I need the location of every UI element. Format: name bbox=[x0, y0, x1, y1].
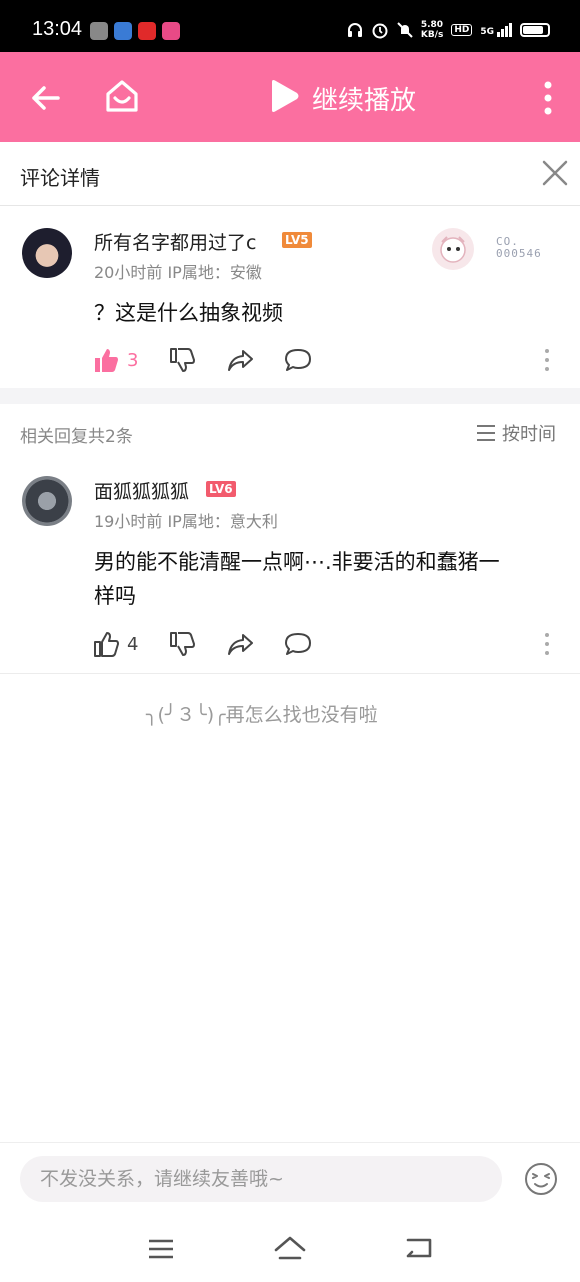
net-speed: 5.80 KB/s bbox=[420, 20, 444, 40]
sort-label: 按时间 bbox=[502, 424, 556, 445]
like-count: 3 bbox=[127, 350, 139, 371]
system-navigation-bar bbox=[0, 1218, 580, 1282]
character-icon bbox=[440, 236, 466, 263]
headphones-icon bbox=[347, 23, 362, 37]
thumbs-up-icon[interactable] bbox=[92, 346, 120, 374]
share-icon[interactable] bbox=[226, 346, 254, 374]
decoration-avatar bbox=[432, 228, 474, 270]
reply-text: 男的能不能清醒一点啊⋯.非要活的和蠢猪一 样吗 bbox=[94, 550, 500, 608]
more-options-icon[interactable] bbox=[540, 348, 554, 372]
battery-icon bbox=[520, 23, 550, 37]
reply-username[interactable]: 面狐狐狐狐 bbox=[94, 477, 189, 504]
section-separator bbox=[0, 388, 580, 404]
signal-indicator: 5G bbox=[480, 23, 512, 37]
level-badge: LV6 bbox=[206, 481, 236, 497]
avatar[interactable] bbox=[22, 476, 72, 526]
top-header: 继续播放 bbox=[0, 52, 580, 142]
mute-icon bbox=[397, 22, 413, 38]
comment-meta: 20小时前 IP属地：安徽 bbox=[94, 263, 262, 282]
comment-detail-bar: 评论详情 bbox=[0, 142, 580, 206]
status-time: 13:04 bbox=[32, 18, 83, 40]
close-icon[interactable] bbox=[540, 158, 570, 188]
share-icon[interactable] bbox=[226, 630, 254, 658]
avatar[interactable] bbox=[22, 228, 72, 278]
play-icon[interactable] bbox=[268, 78, 300, 114]
app-notification-icon bbox=[90, 22, 108, 40]
thumbs-down-icon[interactable] bbox=[168, 346, 196, 374]
hd-badge: HD bbox=[451, 24, 473, 36]
sort-by-time-button[interactable]: 按时间 bbox=[476, 420, 556, 446]
status-indicators: 5.80 KB/s HD 5G bbox=[347, 20, 550, 40]
reply-icon[interactable] bbox=[284, 630, 312, 658]
reply-icon[interactable] bbox=[284, 346, 312, 374]
decoration-label: CO. 000546 bbox=[496, 235, 542, 260]
reply-meta: 19小时前 IP属地：意大利 bbox=[94, 512, 278, 531]
thumbs-down-icon[interactable] bbox=[168, 630, 196, 658]
app-notification-icon bbox=[162, 22, 180, 40]
page-title: 评论详情 bbox=[20, 166, 100, 190]
divider bbox=[0, 673, 580, 674]
menu-icon[interactable] bbox=[148, 1238, 174, 1260]
sort-list-icon bbox=[477, 425, 495, 441]
thumbs-up-icon[interactable] bbox=[92, 630, 120, 658]
more-vertical-icon[interactable] bbox=[534, 78, 562, 118]
app-notification-icon bbox=[114, 22, 132, 40]
continue-playing-button[interactable]: 继续播放 bbox=[312, 80, 416, 117]
comment-input[interactable] bbox=[20, 1156, 502, 1202]
emoji-icon[interactable] bbox=[524, 1162, 558, 1196]
status-bar: 13:04 5.80 KB/s HD 5G bbox=[0, 0, 580, 52]
back-arrow-icon[interactable] bbox=[28, 80, 64, 116]
status-app-icons bbox=[90, 22, 180, 40]
home-icon[interactable] bbox=[102, 76, 142, 116]
like-count: 4 bbox=[127, 634, 139, 655]
end-of-list-message: ╮(╯３╰)╭再怎么找也没有啦 bbox=[146, 704, 378, 726]
home-nav-icon[interactable] bbox=[273, 1234, 307, 1262]
replies-count-label: 相关回复共2条 bbox=[20, 427, 133, 447]
comment-username[interactable]: 所有名字都用过了c bbox=[94, 228, 256, 255]
back-nav-icon[interactable] bbox=[404, 1236, 434, 1260]
more-options-icon[interactable] bbox=[540, 632, 554, 656]
level-badge: LV5 bbox=[282, 232, 312, 248]
alarm-icon bbox=[372, 23, 388, 39]
comment-text: ？这是什么抽象视频 bbox=[94, 301, 283, 325]
app-notification-icon bbox=[138, 22, 156, 40]
